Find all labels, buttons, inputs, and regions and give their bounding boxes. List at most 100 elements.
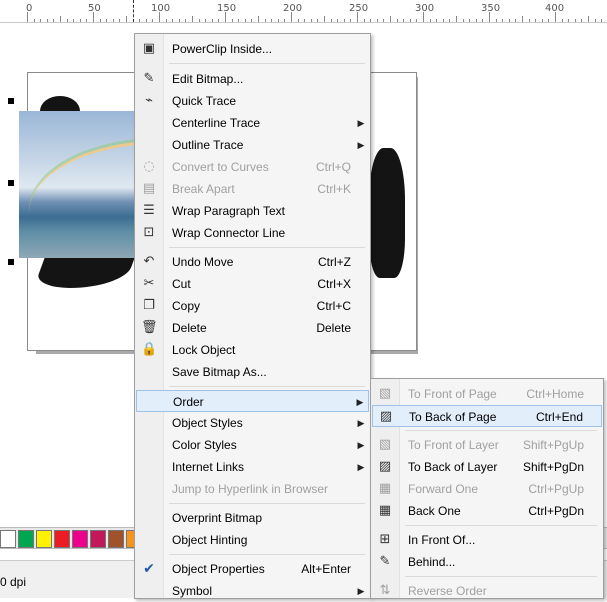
ruler-tick	[529, 19, 530, 22]
ruler-label: 250	[349, 3, 369, 14]
color-swatch[interactable]	[72, 530, 88, 548]
context-menu-item-object-styles[interactable]: Object Styles ▶	[136, 412, 369, 434]
ruler-tick	[331, 19, 332, 22]
order-submenu-item-to-back-of-layer[interactable]: ▨ To Back of Layer Shift+PgDn	[372, 456, 602, 478]
context-menu-item-delete[interactable]: 🗑 Delete Delete	[136, 317, 369, 339]
color-swatch[interactable]	[36, 530, 52, 548]
ruler-tick	[515, 19, 516, 22]
order-submenu-item-to-front-of-page[interactable]: ▧ To Front of Page Ctrl+Home	[372, 383, 602, 405]
submenu-arrow-icon: ▶	[357, 140, 365, 150]
submenu-arrow-icon: ▶	[357, 462, 365, 472]
powerclip-icon: ▣	[142, 41, 156, 56]
copy-icon: ❐	[143, 298, 155, 313]
ruler-tick	[225, 12, 226, 22]
color-swatch[interactable]	[108, 530, 124, 548]
menu-item-shortcut: Ctrl+Q	[315, 160, 351, 174]
context-menu-item-symbol[interactable]: Symbol ▶	[136, 580, 369, 602]
to-back-layer-icon: ▨	[378, 459, 392, 474]
black-shape[interactable]	[369, 148, 405, 278]
undo-icon: ↶	[143, 254, 155, 269]
context-menu-item-object-hinting[interactable]: Object Hinting	[136, 529, 369, 551]
context-menu-item-convert-to-curves[interactable]: ◌ Convert to Curves Ctrl+Q	[136, 156, 369, 178]
context-menu-item-edit-bitmap[interactable]: ✎ Edit Bitmap...	[136, 68, 369, 90]
checkmark-icon: ✔	[143, 561, 155, 577]
order-submenu-item-to-front-of-layer[interactable]: ▧ To Front of Layer Shift+PgUp	[372, 434, 602, 456]
menu-separator	[169, 503, 365, 504]
color-swatch[interactable]	[90, 530, 106, 548]
menu-item-label: Reverse Order	[408, 584, 487, 598]
submenu-arrow-icon: ▶	[356, 397, 364, 407]
in-front-of-icon: ⊞	[379, 532, 391, 547]
ruler-tick	[562, 19, 563, 22]
context-menu: ▣ PowerClip Inside... ✎ Edit Bitmap... ⌁ Quic…	[134, 33, 371, 599]
wrap-connector-icon: ⊡	[143, 225, 155, 240]
context-menu-item-object-properties[interactable]: ✔ Object Properties Alt+Enter	[136, 558, 369, 580]
context-menu-item-outline-trace[interactable]: Outline Trace ▶	[136, 134, 369, 156]
menu-separator	[169, 386, 365, 387]
ruler-tick	[601, 19, 602, 22]
context-menu-item-save-bitmap-as[interactable]: Save Bitmap As...	[136, 361, 369, 383]
menu-item-shortcut: Delete	[316, 321, 351, 335]
ruler-tick	[80, 19, 81, 22]
menu-item-shortcut: Ctrl+K	[317, 182, 351, 196]
selection-handle[interactable]	[8, 259, 14, 265]
ruler-tick	[258, 16, 259, 22]
context-menu-item-quick-trace[interactable]: ⌁ Quick Trace	[136, 90, 369, 112]
context-menu-item-jump-to-hyperlink-in-browser[interactable]: Jump to Hyperlink in Browser	[136, 478, 369, 500]
context-menu-item-cut[interactable]: ✂ Cut Ctrl+X	[136, 273, 369, 295]
context-menu-item-undo-move[interactable]: ↶ Undo Move Ctrl+Z	[136, 251, 369, 273]
ruler-tick	[199, 19, 200, 22]
menu-item-label: Undo Move	[172, 255, 234, 269]
order-submenu-item-to-back-of-page[interactable]: ▨ To Back of Page Ctrl+End	[372, 405, 602, 427]
menu-item-label: Overprint Bitmap	[172, 511, 263, 525]
context-menu-item-lock-object[interactable]: 🔒 Lock Object	[136, 339, 369, 361]
ruler-tick	[344, 19, 345, 22]
ruler-tick	[100, 19, 101, 22]
to-back-page-icon: ▨	[379, 409, 393, 424]
ruler-tick	[60, 16, 61, 22]
ruler-label: 100	[151, 3, 171, 14]
menu-item-label: In Front Of...	[408, 533, 476, 547]
menu-item-label: To Front of Layer	[408, 438, 499, 452]
menu-item-label: Color Styles	[172, 438, 237, 452]
context-menu-item-copy[interactable]: ❐ Copy Ctrl+C	[136, 295, 369, 317]
order-submenu-item-back-one[interactable]: ▦ Back One Ctrl+PgDn	[372, 500, 602, 522]
ruler-tick	[152, 19, 153, 22]
ruler-tick	[397, 19, 398, 22]
menu-item-shortcut: Shift+PgUp	[522, 438, 584, 452]
color-swatch[interactable]	[0, 530, 16, 548]
order-submenu-item-reverse-order[interactable]: ⇅ Reverse Order	[372, 580, 602, 602]
menu-item-label: Convert to Curves	[172, 160, 269, 174]
context-menu-item-centerline-trace[interactable]: Centerline Trace ▶	[136, 112, 369, 134]
ruler-tick	[192, 16, 193, 22]
color-swatch[interactable]	[18, 530, 34, 548]
order-submenu-item-behind[interactable]: ✎ Behind...	[372, 551, 602, 573]
context-menu-item-wrap-connector-line[interactable]: ⊡ Wrap Connector Line	[136, 222, 369, 244]
context-menu-item-order[interactable]: Order ▶	[136, 390, 369, 412]
break-apart-icon: ▤	[142, 181, 156, 196]
ruler-tick	[430, 19, 431, 22]
context-menu-item-overprint-bitmap[interactable]: Overprint Bitmap	[136, 507, 369, 529]
order-submenu-item-in-front-of[interactable]: ⊞ In Front Of...	[372, 529, 602, 551]
context-menu-item-color-styles[interactable]: Color Styles ▶	[136, 434, 369, 456]
ruler-tick	[271, 19, 272, 22]
context-menu-item-break-apart[interactable]: ▤ Break Apart Ctrl+K	[136, 178, 369, 200]
context-menu-item-wrap-paragraph-text[interactable]: ☰ Wrap Paragraph Text	[136, 200, 369, 222]
menu-item-label: Outline Trace	[172, 138, 244, 152]
order-submenu-item-forward-one[interactable]: ▦ Forward One Ctrl+PgUp	[372, 478, 602, 500]
ruler-tick	[588, 16, 589, 22]
ruler-tick	[139, 19, 140, 22]
selection-handle[interactable]	[8, 180, 14, 186]
ruler-tick	[205, 19, 206, 22]
context-menu-item-powerclip-inside[interactable]: ▣ PowerClip Inside...	[136, 38, 369, 60]
menu-item-label: To Back of Page	[409, 410, 497, 424]
to-front-layer-icon: ▧	[378, 437, 392, 452]
ruler-tick	[317, 19, 318, 22]
ruler-label: 300	[415, 3, 435, 14]
selection-handle[interactable]	[8, 98, 14, 104]
ruler-tick	[370, 19, 371, 22]
context-menu-item-internet-links[interactable]: Internet Links ▶	[136, 456, 369, 478]
submenu-arrow-icon: ▶	[357, 440, 365, 450]
horizontal-ruler[interactable]: 0 50 100 150 200 250 300 350 400	[0, 0, 607, 23]
color-swatch[interactable]	[54, 530, 70, 548]
